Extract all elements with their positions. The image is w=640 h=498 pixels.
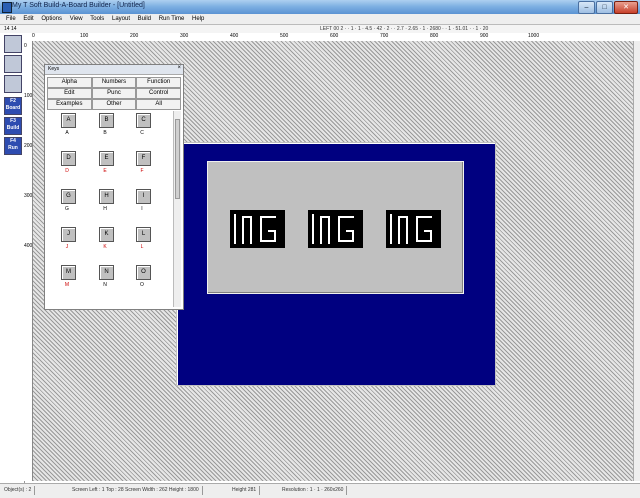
menu-edit[interactable]: Edit — [23, 14, 33, 24]
menu-tools[interactable]: Tools — [90, 14, 104, 24]
menu-options[interactable]: Options — [41, 14, 62, 24]
vruler-mark: 400 — [24, 243, 33, 249]
category-control[interactable]: Control — [136, 88, 181, 99]
ruler-mark: 800 — [430, 33, 439, 39]
key-button[interactable]: B — [99, 113, 114, 128]
key-button[interactable]: O — [136, 265, 151, 280]
key-label: I — [141, 206, 143, 212]
minimize-button[interactable]: – — [578, 1, 595, 14]
img-button-2[interactable] — [308, 210, 363, 248]
menu-bar: File Edit Options View Tools Layout Buil… — [0, 14, 640, 25]
ruler-mark: 200 — [130, 33, 139, 39]
key-label: O — [140, 282, 144, 288]
key-label: E — [103, 168, 107, 174]
keys-panel-header[interactable]: Keys × — [45, 65, 183, 75]
key-button[interactable]: L — [136, 227, 151, 242]
key-button[interactable]: J — [61, 227, 76, 242]
bottom-status-bar: Object(s) : 2 Screen Left : 1 Top : 28 S… — [0, 483, 640, 498]
img-button-3[interactable] — [386, 210, 441, 248]
key-button[interactable]: C — [136, 113, 151, 128]
maximize-button[interactable]: □ — [596, 1, 613, 14]
key-label: L — [140, 244, 144, 250]
ruler-mark: 0 — [32, 33, 35, 39]
key-button[interactable]: D — [61, 151, 76, 166]
key-label: H — [103, 206, 107, 212]
ruler-mark: 600 — [330, 33, 339, 39]
key-label: G — [65, 206, 69, 212]
ruler-mark: 700 — [380, 33, 389, 39]
key-button[interactable]: H — [99, 189, 114, 204]
key-label: D — [65, 168, 69, 174]
keys-scroll-thumb[interactable] — [175, 119, 180, 199]
keys-panel: Keys × Alpha Numbers Function Edit Punc … — [44, 64, 184, 310]
app-icon — [2, 2, 12, 13]
category-all[interactable]: All — [136, 99, 181, 110]
vruler-mark: 0 — [24, 43, 27, 49]
ruler-mark: 100 — [80, 33, 89, 39]
key-label: J — [65, 244, 69, 250]
key-button[interactable]: A — [61, 113, 76, 128]
img-button-1[interactable] — [230, 210, 285, 248]
menu-runtime[interactable]: Run Time — [159, 14, 185, 24]
status-coords: 14 14 — [4, 26, 17, 32]
category-examples[interactable]: Examples — [47, 99, 92, 110]
category-other[interactable]: Other — [91, 99, 137, 110]
keys-panel-close-icon[interactable]: × — [177, 65, 181, 71]
key-button[interactable]: K — [99, 227, 114, 242]
key-layout-tool-button[interactable] — [4, 55, 22, 73]
key-button[interactable]: F — [136, 151, 151, 166]
f3-build-button[interactable]: F3 Build — [4, 117, 22, 135]
key-label: N — [103, 282, 107, 288]
vruler-mark: 300 — [24, 193, 33, 199]
category-numbers[interactable]: Numbers — [91, 77, 137, 88]
category-tabs: Alpha Numbers Function Edit Punc Control… — [47, 77, 181, 110]
key-label: B — [103, 130, 107, 136]
status-readout: LEFT 00 2 · · 1 · 1 · 4.5 · 42 · 2 · · 2… — [320, 26, 489, 32]
close-button[interactable]: ✕ — [614, 1, 638, 14]
key-button[interactable]: N — [99, 265, 114, 280]
keys-panel-title: Keys — [48, 66, 60, 72]
f2-board-button[interactable]: F2 Board — [4, 97, 22, 115]
menu-help[interactable]: Help — [192, 14, 204, 24]
ruler-mark: 300 — [180, 33, 189, 39]
status-height: Height 281 — [232, 486, 261, 495]
vertical-ruler: 0 100 200 300 400 — [24, 41, 33, 481]
key-label: K — [103, 244, 107, 250]
menu-layout[interactable]: Layout — [112, 14, 130, 24]
category-alpha[interactable]: Alpha — [47, 77, 92, 88]
key-button[interactable]: M — [61, 265, 76, 280]
key-grid: AA BB CC DD EE FF GG HH II JJ KK LL MM NN OO — [51, 111, 173, 303]
key-label: C — [140, 130, 144, 136]
ruler-mark: 500 — [280, 33, 289, 39]
keys-scrollbar[interactable] — [173, 111, 181, 307]
category-punc[interactable]: Punc — [91, 88, 137, 99]
canvas-vertical-scrollbar[interactable] — [633, 41, 640, 481]
vruler-mark: 100 — [24, 93, 33, 99]
status-resolution: Resolution : 1 · 1 · 260x260 — [282, 486, 348, 495]
menu-view[interactable]: View — [70, 14, 83, 24]
key-label: M — [64, 282, 70, 288]
status-screen: Screen Left : 1 Top : 28 Screen Width : … — [72, 486, 203, 495]
title-bar: My T Soft Build-A-Board Builder - [Untit… — [0, 0, 640, 14]
status-objects: Object(s) : 2 — [4, 486, 36, 495]
pointer-tool-button[interactable] — [4, 35, 22, 53]
f4-run-button[interactable]: F4 Run — [4, 137, 22, 155]
window-title: My T Soft Build-A-Board Builder - [Untit… — [12, 2, 145, 9]
key-button[interactable]: G — [61, 189, 76, 204]
grid-tool-button[interactable] — [4, 75, 22, 93]
ruler-mark: 400 — [230, 33, 239, 39]
key-button[interactable]: I — [136, 189, 151, 204]
ruler-mark: 900 — [480, 33, 489, 39]
category-function[interactable]: Function — [136, 77, 181, 88]
vruler-mark: 200 — [24, 143, 33, 149]
category-edit[interactable]: Edit — [47, 88, 92, 99]
menu-build[interactable]: Build — [138, 14, 151, 24]
ruler-mark: 1000 — [528, 33, 540, 39]
menu-file[interactable]: File — [6, 14, 16, 24]
key-label: A — [65, 130, 69, 136]
left-toolbar: F2 Board F3 Build F4 Run — [0, 33, 25, 483]
key-button[interactable]: E — [99, 151, 114, 166]
key-label: F — [140, 168, 144, 174]
